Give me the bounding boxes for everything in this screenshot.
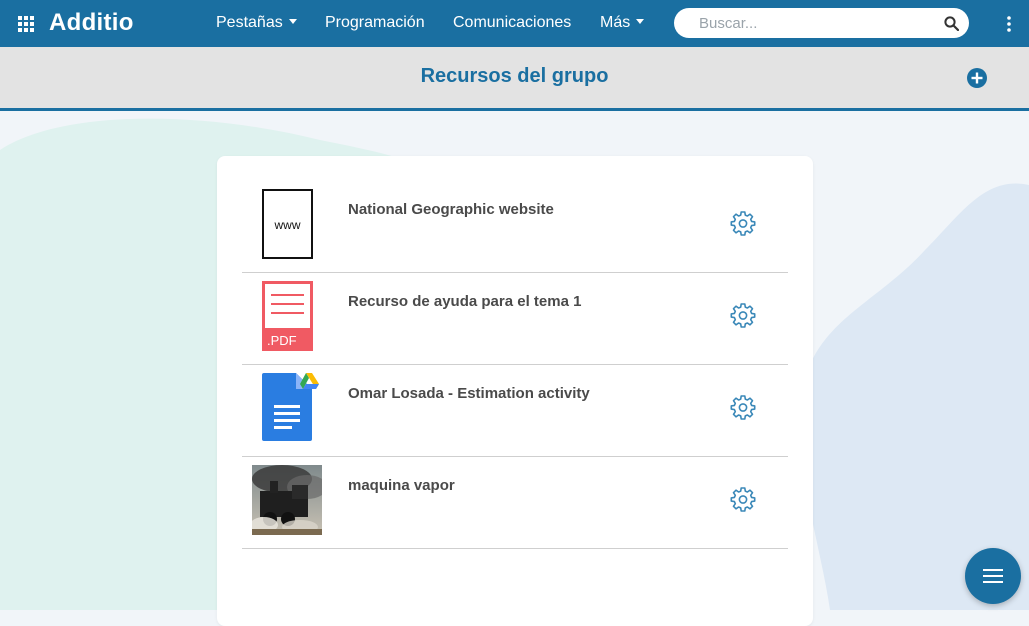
www-link-icon: www [262,189,313,259]
resource-title: Recurso de ayuda para el tema 1 [348,293,582,310]
page-header: Recursos del grupo [0,47,1029,111]
resource-title: Omar Losada - Estimation activity [348,385,590,402]
gear-icon[interactable] [730,394,756,420]
nav-label: Más [600,14,631,31]
resource-title: National Geographic website [348,201,554,218]
add-circle-icon[interactable] [966,67,988,89]
nav-tabs-menu[interactable]: Pestañas [216,14,297,32]
google-docs-icon [262,373,319,441]
app-logo[interactable]: Additio [49,9,134,37]
resources-card: www National Geographic website .PDF Rec… [217,156,813,626]
gear-icon[interactable] [730,486,756,512]
menu-fab-button[interactable] [965,548,1021,604]
hamburger-menu-icon [983,569,1003,583]
apps-grid-icon[interactable] [17,15,35,33]
steam-locomotive-photo [252,465,322,535]
resource-title: maquina vapor [348,477,455,494]
google-drive-icon [300,373,319,389]
caret-down-icon [288,19,297,25]
nav-label: Comunicaciones [453,14,572,31]
top-navbar: Additio Pestañas Programación Comunicaci… [0,0,1029,47]
nav-label: Programación [325,14,425,31]
nav-communications[interactable]: Comunicaciones [453,14,571,32]
nav-programming[interactable]: Programación [325,14,425,32]
search-input[interactable] [674,8,934,38]
pdf-icon-text: .PDF [267,333,297,348]
caret-down-icon [636,19,645,25]
nav-label: Pestañas [216,14,283,31]
pdf-file-icon: .PDF [262,281,313,351]
resource-item[interactable]: Omar Losada - Estimation activity [242,365,788,457]
gear-icon[interactable] [730,210,756,236]
www-icon-text: www [274,218,301,232]
resource-item[interactable]: www National Geographic website [242,181,788,273]
resource-item[interactable]: maquina vapor [242,457,788,549]
page-title: Recursos del grupo [420,65,609,87]
nav-more-menu[interactable]: Más [600,14,645,32]
gear-icon[interactable] [730,302,756,328]
search-icon[interactable] [944,16,959,31]
search-box [674,8,969,38]
more-vertical-icon[interactable] [1005,14,1013,34]
resource-item[interactable]: .PDF Recurso de ayuda para el tema 1 [242,273,788,365]
